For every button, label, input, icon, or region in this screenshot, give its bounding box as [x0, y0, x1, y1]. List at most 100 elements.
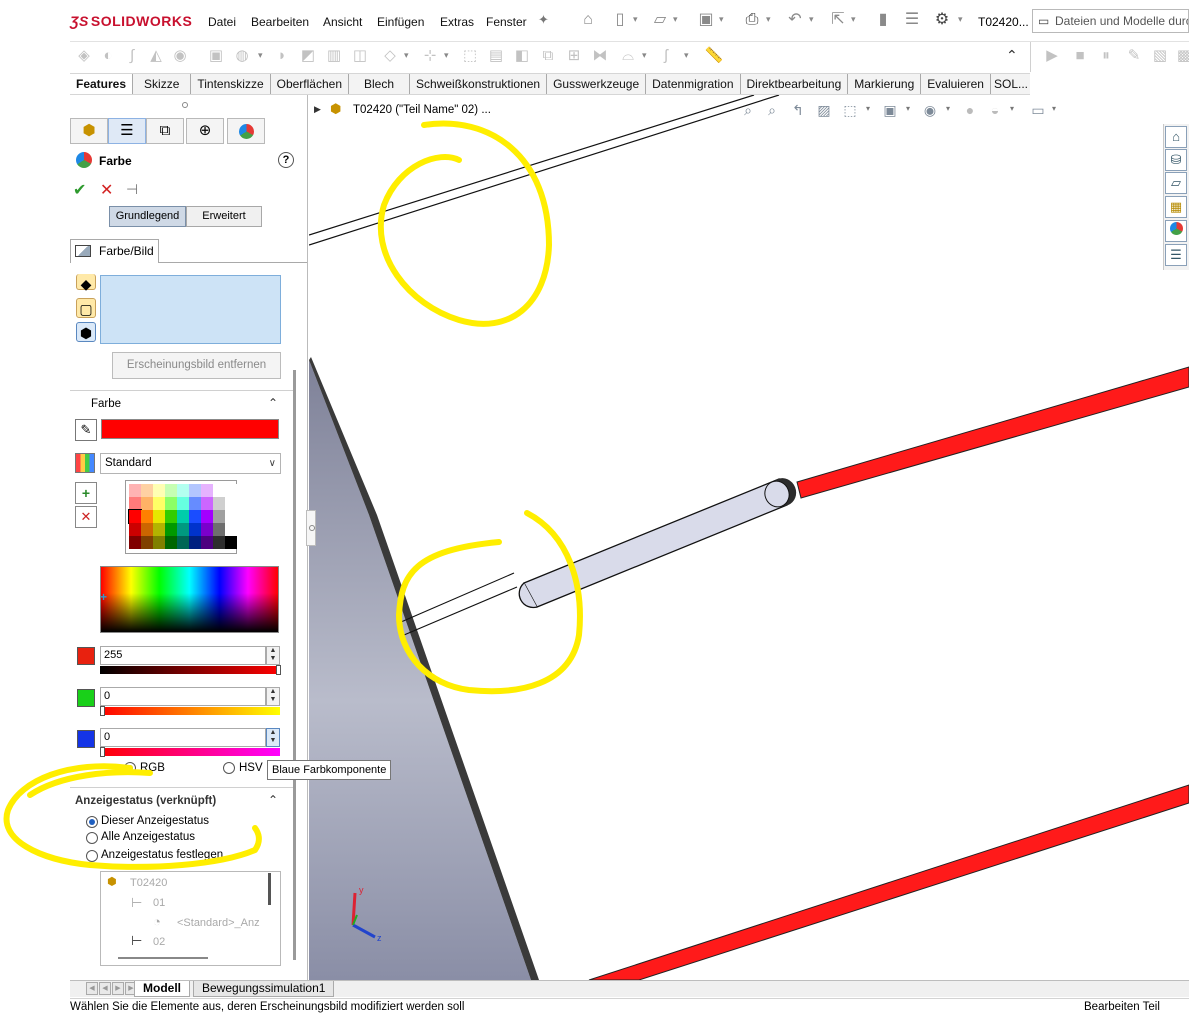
scene-icon[interactable]: ◒ — [985, 100, 1005, 120]
eyedropper-icon[interactable]: ✎ — [75, 419, 97, 441]
color-swatch-cell[interactable] — [165, 510, 177, 523]
appearances-icon[interactable] — [1165, 220, 1187, 242]
color-swatch-cell[interactable] — [225, 523, 237, 536]
color-swatch-cell[interactable] — [165, 484, 177, 497]
tab-modell[interactable]: Modell — [134, 981, 190, 997]
record-icon[interactable]: ⏸ — [1096, 46, 1116, 66]
file-properties-icon[interactable]: ☰ — [902, 10, 922, 30]
hide-caret-icon[interactable]: ▾ — [946, 104, 950, 113]
color-swatch-cell[interactable] — [177, 497, 189, 510]
green-value-input[interactable]: 0 — [100, 687, 266, 706]
red-rod-upper[interactable] — [796, 366, 1189, 499]
tab-solidworks-addins[interactable]: SOL... — [991, 74, 1031, 94]
configurationmanager-tab[interactable]: ⧉ — [146, 118, 184, 144]
red-slider-thumb[interactable] — [276, 665, 281, 675]
first-tab-icon[interactable]: ◀ — [86, 982, 98, 995]
tab-markierung[interactable]: Markierung — [848, 74, 922, 94]
featuremanager-tab[interactable]: ⬢ — [70, 118, 108, 144]
edit-appearance-icon[interactable]: ● — [960, 100, 980, 120]
search-box[interactable]: ▭ Dateien und Modelle durch — [1032, 9, 1189, 33]
color-swatch-cell[interactable] — [213, 536, 225, 549]
lofted-boss-icon[interactable]: ◭ — [146, 46, 166, 66]
basic-mode-button[interactable]: Grundlegend — [109, 206, 186, 227]
zoom-to-fit-icon[interactable]: ⌕ — [738, 100, 758, 120]
view-settings-icon[interactable]: ▭ — [1028, 100, 1048, 120]
color-swatch-cell[interactable] — [129, 536, 141, 549]
add-swatch-icon[interactable]: + — [75, 482, 97, 504]
extruded-cut-icon[interactable]: ▣ — [206, 46, 226, 66]
boundary-boss-icon[interactable]: ◉ — [170, 46, 190, 66]
color-swatch-grid[interactable] — [125, 480, 237, 554]
print-icon[interactable]: ⎙ — [742, 10, 762, 30]
new-caret-icon[interactable]: ▾ — [633, 14, 638, 25]
mirror-icon[interactable]: ⧉ — [538, 46, 558, 66]
color-swatch-cell[interactable] — [128, 509, 142, 524]
ok-check-icon[interactable]: ✔ — [73, 180, 86, 200]
feature-tree-flyout-label[interactable]: T02420 ("Teil Name" 02) ... — [353, 104, 491, 116]
swept-boss-icon[interactable]: ∫ — [122, 46, 142, 66]
tab-tintenskizze[interactable]: Tintenskizze — [191, 74, 271, 94]
tree-item-display-state[interactable]: <Standard>_Anz — [177, 917, 260, 929]
menu-datei[interactable]: Datei — [208, 15, 236, 29]
green-slider-track[interactable] — [100, 707, 280, 715]
apply-to-part-icon[interactable]: ⬢ — [76, 322, 96, 342]
dome-caret-icon[interactable]: ▾ — [642, 50, 647, 61]
red-slider-track[interactable] — [100, 666, 280, 674]
linear-pattern-icon[interactable]: ⊞ — [564, 46, 584, 66]
save-caret-icon[interactable]: ▾ — [719, 14, 724, 25]
menu-bearbeiten[interactable]: Bearbeiten — [251, 15, 309, 29]
display-style-icon[interactable]: ▣ — [880, 100, 900, 120]
color-swatch-cell[interactable] — [129, 484, 141, 497]
file-explorer-icon[interactable]: ▱ — [1165, 172, 1187, 194]
spectrum-cursor-icon[interactable]: + — [100, 591, 110, 603]
color-swatch-cell[interactable] — [213, 497, 225, 510]
tree-expand-icon[interactable]: ▶ — [314, 104, 321, 115]
propertymanager-tab[interactable]: ☰ — [108, 118, 146, 144]
tab-features[interactable]: Features — [70, 74, 134, 94]
home-icon[interactable]: ⌂ — [578, 10, 598, 30]
graphics-area[interactable] — [309, 95, 1189, 980]
advanced-mode-button[interactable]: Erweitert — [186, 206, 262, 227]
green-slider-thumb[interactable] — [100, 706, 105, 716]
tab-blech[interactable]: Blech — [349, 74, 411, 94]
color-swatch-cell[interactable] — [153, 510, 165, 523]
color-swatch-cell[interactable] — [225, 510, 237, 523]
tab-bewegungssimulation[interactable]: Bewegungssimulation1 — [193, 981, 335, 997]
color-swatch-cell[interactable] — [213, 523, 225, 536]
color-swatch-cell[interactable] — [189, 497, 201, 510]
undo-icon[interactable]: ↶ — [785, 10, 805, 30]
curve-caret-icon[interactable]: ▾ — [684, 50, 689, 61]
color-swatch-cell[interactable] — [141, 523, 153, 536]
color-swatch-cell[interactable] — [141, 536, 153, 549]
color-swatch-cell[interactable] — [177, 510, 189, 523]
previous-tab-icon[interactable]: ◀ — [99, 982, 111, 995]
color-swatch-cell[interactable] — [153, 497, 165, 510]
tree-item-config-02[interactable]: 02 — [153, 936, 165, 948]
tree-hscrollbar[interactable] — [118, 957, 208, 959]
color-swatch-cell[interactable] — [225, 536, 237, 549]
cancel-x-icon[interactable]: ✕ — [100, 180, 113, 200]
color-swatch-cell[interactable] — [225, 484, 237, 497]
red-rod-lower[interactable] — [588, 784, 1189, 980]
intersect-icon[interactable]: ◧ — [512, 46, 532, 66]
menu-fenster[interactable]: Fenster — [486, 15, 527, 29]
color-swatch-cell[interactable] — [225, 497, 237, 510]
model-viewport[interactable] — [309, 95, 1189, 980]
color-swatch-cell[interactable] — [141, 510, 153, 523]
color-swatch-cell[interactable] — [189, 484, 201, 497]
color-swatch-cell[interactable] — [213, 510, 225, 523]
print-caret-icon[interactable]: ▾ — [766, 14, 771, 25]
color-swatch-cell[interactable] — [189, 523, 201, 536]
color-swatch-cell[interactable] — [153, 523, 165, 536]
displaymanager-tab[interactable] — [227, 118, 265, 144]
design-library-icon[interactable]: ⛁ — [1165, 149, 1187, 171]
color-swatch-cell[interactable] — [165, 523, 177, 536]
tab-gusswerkzeuge[interactable]: Gusswerkzeuge — [547, 74, 647, 94]
panel-splitter[interactable] — [306, 510, 316, 546]
dome-icon[interactable]: ⌓ — [618, 46, 638, 66]
view-palette-icon[interactable]: ▦ — [1165, 196, 1187, 218]
color-swatch-cell[interactable] — [201, 497, 213, 510]
color-swatch-cell[interactable] — [129, 497, 141, 510]
curves-caret-icon[interactable]: ▾ — [444, 50, 449, 61]
chamfer-icon[interactable]: ◩ — [298, 46, 318, 66]
